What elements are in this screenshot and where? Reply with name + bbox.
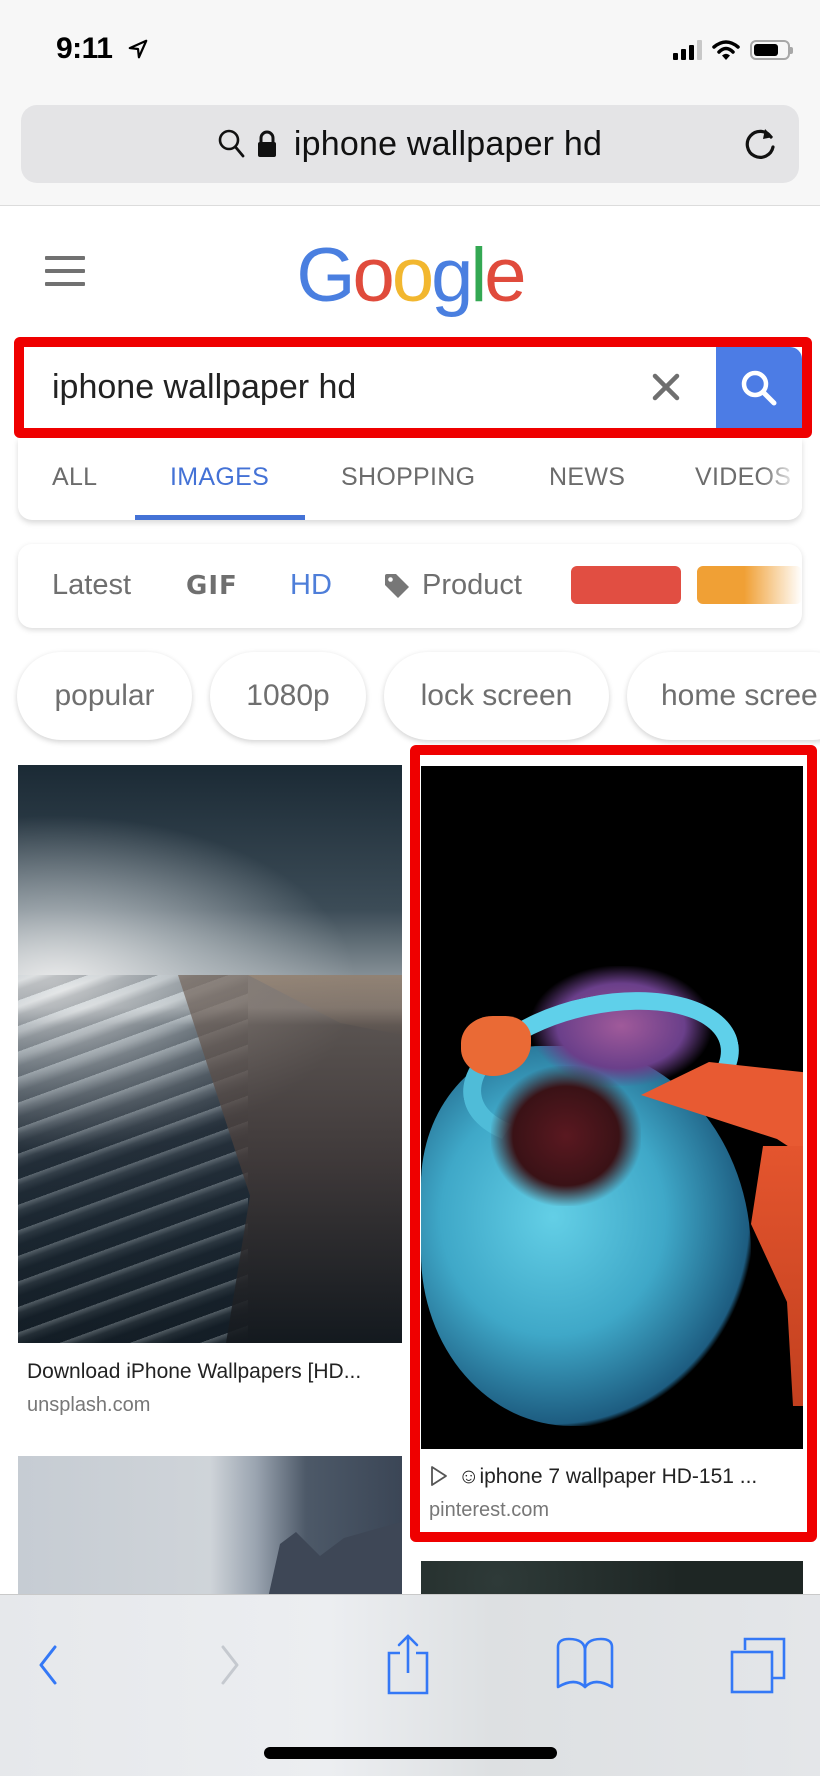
image-filters: Latest GIF HD Product [18, 544, 802, 628]
logo-letter: e [484, 233, 526, 318]
share-button[interactable] [378, 1634, 438, 1695]
status-icons [673, 36, 793, 64]
filter-latest[interactable]: Latest [52, 569, 131, 602]
beach-shoreline-photo[interactable] [18, 765, 402, 1343]
safari-top-chrome: 9:11 iphone wallpaper hd [0, 0, 820, 206]
tabs-icon [730, 1637, 786, 1694]
result-highlight-annotation [410, 745, 817, 1542]
filter-gif[interactable]: GIF [186, 571, 238, 601]
result-title[interactable]: Download iPhone Wallpapers [HD... [27, 1360, 361, 1384]
misty-mountain-photo[interactable] [18, 1456, 402, 1596]
logo-letter: G [296, 233, 355, 318]
active-tab-indicator [135, 515, 305, 520]
color-filter-orange[interactable] [697, 566, 802, 604]
logo-letter: g [431, 233, 473, 318]
search-tabs: ALL IMAGES SHOPPING NEWS VIDEOS [18, 438, 802, 520]
tab-all[interactable]: ALL [52, 463, 97, 492]
chevron-left-icon [39, 1645, 57, 1685]
search-icon [218, 129, 245, 158]
bookmarks-button[interactable] [555, 1635, 615, 1695]
cellular-signal-icon [673, 40, 702, 60]
result-domain: unsplash.com [27, 1394, 151, 1416]
mist-rock [264, 1520, 402, 1596]
chip-lock-screen[interactable]: lock screen [384, 652, 609, 740]
suggestion-chips: popular 1080p lock screen home scree [0, 652, 820, 742]
book-icon [556, 1637, 614, 1689]
tabs-fade [762, 438, 802, 520]
filter-hd[interactable]: HD [290, 569, 332, 602]
url-text: iphone wallpaper hd [293, 124, 603, 163]
forward-button[interactable] [200, 1635, 260, 1695]
share-icon [387, 1634, 429, 1695]
chip-home-screen[interactable]: home scree [627, 652, 820, 740]
tab-shopping[interactable]: SHOPPING [341, 463, 475, 492]
color-filter-red[interactable] [571, 566, 681, 604]
wifi-icon [712, 40, 740, 60]
chevron-right-icon [221, 1645, 239, 1685]
logo-letter: l [470, 233, 487, 318]
chip-1080p[interactable]: 1080p [210, 652, 366, 740]
tab-images[interactable]: IMAGES [170, 463, 269, 492]
battery-icon [750, 40, 793, 60]
chip-popular[interactable]: popular [17, 652, 192, 740]
home-indicator[interactable] [264, 1747, 557, 1759]
search-highlight-annotation [14, 337, 812, 438]
address-bar[interactable]: iphone wallpaper hd [21, 105, 799, 183]
reload-icon[interactable] [741, 125, 779, 163]
status-time: 9:11 [56, 32, 113, 65]
tag-icon [385, 574, 409, 598]
location-arrow-icon [128, 39, 148, 59]
lock-icon [257, 130, 276, 157]
tabs-button[interactable] [728, 1635, 788, 1695]
google-logo[interactable]: Google [0, 232, 820, 319]
back-button[interactable] [18, 1635, 78, 1695]
logo-letter: o [391, 233, 434, 318]
logo-letter: o [352, 233, 395, 318]
tab-news[interactable]: NEWS [549, 463, 625, 492]
filter-product[interactable]: Product [422, 569, 522, 602]
